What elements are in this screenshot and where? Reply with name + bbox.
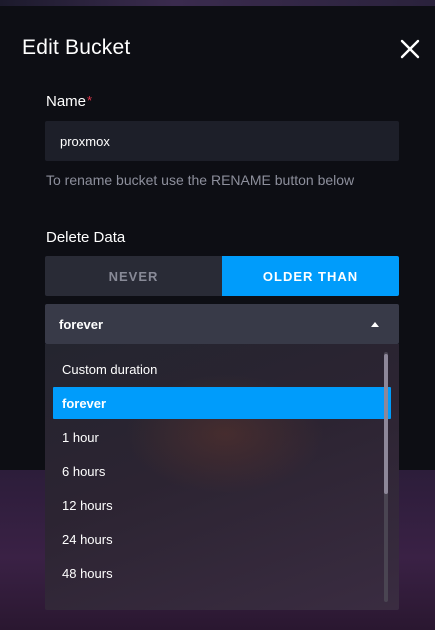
never-button[interactable]: NEVER <box>45 256 222 296</box>
dropdown-option-48-hours[interactable]: 48 hours <box>53 557 391 589</box>
required-marker: * <box>87 93 93 108</box>
dropdown-option-custom-duration[interactable]: Custom duration <box>53 353 391 385</box>
caret-up-icon <box>371 321 379 327</box>
dropdown-selected-value: forever <box>59 316 104 332</box>
dropdown-option-forever[interactable]: forever <box>53 387 391 419</box>
scrollbar-thumb[interactable] <box>384 354 388 494</box>
name-label-text: Name <box>46 93 87 110</box>
delete-data-label: Delete Data <box>46 229 126 246</box>
dropdown-option-6-hours[interactable]: 6 hours <box>53 455 391 487</box>
delete-data-toggle: NEVER OLDER THAN <box>45 256 399 296</box>
older-than-button[interactable]: OLDER THAN <box>222 256 399 296</box>
duration-dropdown[interactable]: forever <box>45 304 399 344</box>
dialog-title: Edit Bucket <box>22 36 131 59</box>
duration-dropdown-menu: Custom duration forever 1 hour 6 hours 1… <box>45 344 399 610</box>
close-icon <box>400 39 420 59</box>
dropdown-option-24-hours[interactable]: 24 hours <box>53 523 391 555</box>
name-label: Name* <box>46 93 92 110</box>
close-button[interactable] <box>399 38 421 60</box>
dropdown-scrollbar[interactable] <box>384 352 388 602</box>
dropdown-option-12-hours[interactable]: 12 hours <box>53 489 391 521</box>
bucket-name-input[interactable] <box>45 121 399 161</box>
dropdown-option-1-hour[interactable]: 1 hour <box>53 421 391 453</box>
rename-hint: To rename bucket use the RENAME button b… <box>46 172 355 188</box>
